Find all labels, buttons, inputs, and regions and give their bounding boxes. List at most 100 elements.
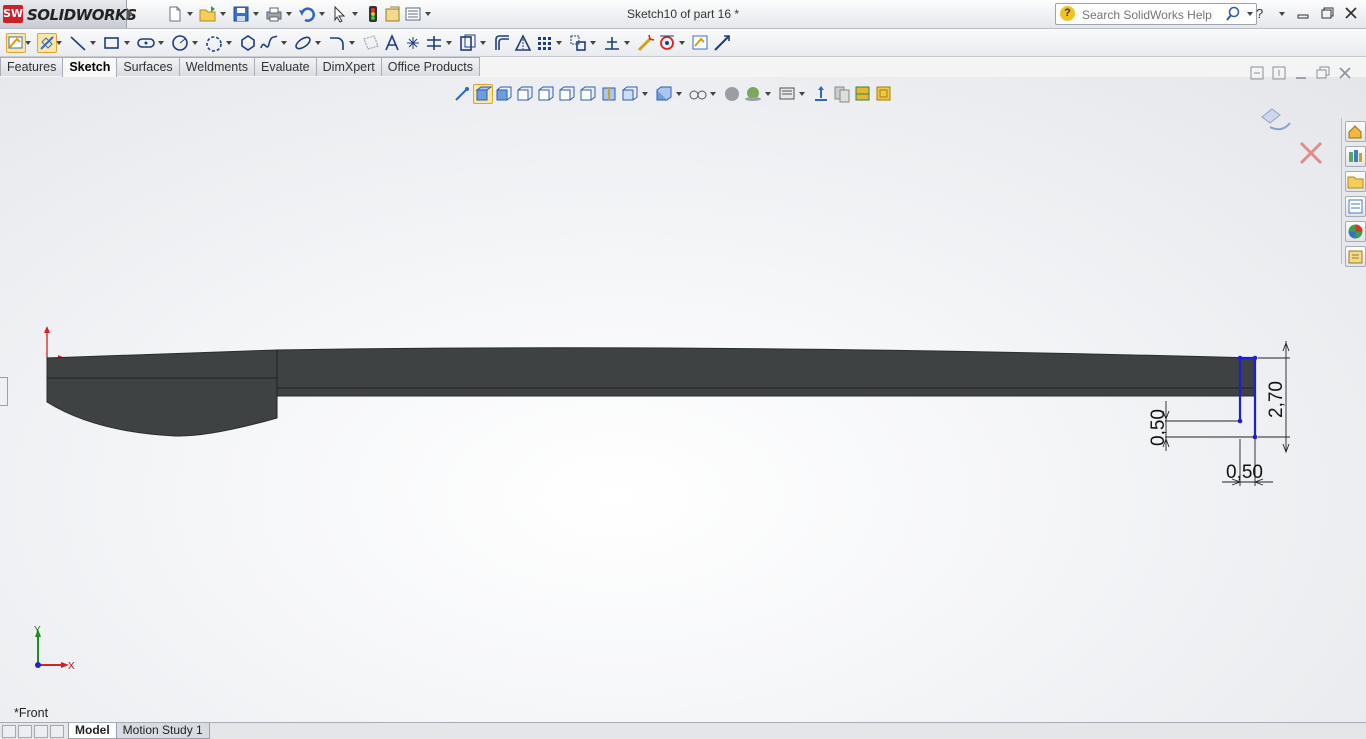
confirmation-corner[interactable] [1261, 108, 1323, 165]
doc-close-icon[interactable] [1338, 66, 1352, 83]
hide-show-dropdown-icon[interactable] [710, 92, 716, 96]
mirror-entities-icon[interactable] [513, 33, 533, 53]
new-dropdown-icon[interactable] [187, 12, 193, 16]
display-delete-relations-icon[interactable] [602, 33, 622, 53]
scroll-first-icon[interactable] [2, 725, 16, 738]
move-dropdown-icon[interactable] [590, 41, 596, 45]
relations-dropdown-icon[interactable] [624, 41, 630, 45]
open-dropdown-icon[interactable] [220, 12, 226, 16]
tab-evaluate[interactable]: Evaluate [253, 57, 317, 76]
tab-dimxpert[interactable]: DimXpert [315, 57, 382, 76]
open-icon[interactable] [199, 5, 217, 23]
tab-motion-study-1[interactable]: Motion Study 1 [115, 723, 210, 739]
feature-manager-expand-handle[interactable] [0, 377, 8, 406]
tile-horizontal-icon[interactable] [1250, 66, 1264, 83]
left-view-icon[interactable] [536, 84, 556, 104]
dim-bottom-width-label[interactable]: 0,50 [1226, 462, 1263, 483]
file-properties-icon[interactable] [384, 5, 402, 23]
zoom-to-fit-icon[interactable] [473, 84, 493, 104]
copy-icon[interactable] [832, 84, 852, 104]
top-view-icon[interactable] [578, 84, 598, 104]
undo-dropdown-icon[interactable] [319, 12, 325, 16]
undo-icon[interactable] [298, 5, 316, 23]
print-dropdown-icon[interactable] [286, 12, 292, 16]
select-dropdown-icon[interactable] [352, 12, 358, 16]
help-dropdown-icon[interactable] [1278, 6, 1286, 23]
circle-dropdown-icon[interactable] [192, 41, 198, 45]
graphics-area[interactable]: 2,70 0,50 0,50 Y X [0, 77, 1366, 722]
arc-icon[interactable] [204, 33, 224, 53]
cancel-sketch-icon[interactable] [1299, 141, 1323, 165]
view-settings-dropdown-icon[interactable] [799, 92, 805, 96]
line-dropdown-icon[interactable] [90, 41, 96, 45]
previous-view-icon[interactable] [452, 84, 472, 104]
scroll-last-icon[interactable] [50, 725, 64, 738]
spline-dropdown-icon[interactable] [281, 41, 287, 45]
back-view-icon[interactable] [515, 84, 535, 104]
display-grid-icon[interactable] [874, 84, 894, 104]
slot-icon[interactable] [136, 33, 156, 53]
view-orientation-icon[interactable] [620, 84, 640, 104]
pattern-dropdown-icon[interactable] [556, 41, 562, 45]
quick-snaps-icon[interactable] [657, 33, 677, 53]
trim-dropdown-icon[interactable] [446, 41, 452, 45]
tab-features[interactable]: Features [0, 57, 64, 76]
restore-icon[interactable] [1320, 6, 1334, 23]
fillet-dropdown-icon[interactable] [349, 41, 355, 45]
repair-sketch-icon[interactable] [636, 33, 656, 53]
options-icon[interactable] [404, 5, 422, 23]
view-settings-icon[interactable] [777, 84, 797, 104]
edit-appearance-icon[interactable] [722, 84, 742, 104]
front-view-icon[interactable] [494, 84, 514, 104]
minimize-icon[interactable] [1296, 6, 1310, 23]
file-explorer-icon[interactable] [1345, 171, 1366, 192]
line-icon[interactable] [68, 33, 88, 53]
convert-entities-icon[interactable] [458, 33, 478, 53]
sketch-icon[interactable] [6, 33, 26, 53]
tab-model[interactable]: Model [68, 723, 117, 739]
save-dropdown-icon[interactable] [253, 12, 259, 16]
circle-icon[interactable] [170, 33, 190, 53]
scene-dropdown-icon[interactable] [765, 92, 771, 96]
help-icon[interactable]: ? [1254, 6, 1268, 23]
snaps-dropdown-icon[interactable] [679, 41, 685, 45]
print-icon[interactable] [265, 5, 283, 23]
spline-icon[interactable] [259, 33, 279, 53]
ellipse-icon[interactable] [293, 33, 313, 53]
appearances-icon[interactable] [1345, 221, 1366, 242]
search-input[interactable] [1080, 6, 1224, 23]
display-style-dropdown-icon[interactable] [676, 92, 682, 96]
tab-weldments[interactable]: Weldments [178, 57, 255, 76]
view-palette-icon[interactable] [1345, 196, 1366, 217]
scroll-prev-icon[interactable] [18, 725, 32, 738]
normal-to-icon[interactable] [811, 84, 831, 104]
tab-sketch[interactable]: Sketch [62, 57, 118, 78]
rebuild-icon[interactable] [364, 5, 382, 23]
search-box[interactable]: ? [1055, 3, 1257, 25]
tile-vertical-icon[interactable] [1272, 66, 1286, 83]
search-dropdown-icon[interactable] [1247, 12, 1253, 16]
tab-office-products[interactable]: Office Products [380, 57, 480, 76]
view-orientation-dropdown-icon[interactable] [642, 92, 648, 96]
close-icon[interactable] [1344, 6, 1358, 23]
hide-show-items-icon[interactable] [688, 84, 708, 104]
text-icon[interactable] [382, 33, 402, 53]
slot-dropdown-icon[interactable] [158, 41, 164, 45]
section-view-icon[interactable] [599, 84, 619, 104]
exit-sketch-icon[interactable] [1261, 108, 1291, 131]
rectangle-dropdown-icon[interactable] [124, 41, 130, 45]
offset-entities-icon[interactable] [492, 33, 512, 53]
convert-dropdown-icon[interactable] [480, 41, 486, 45]
trim-icon[interactable] [424, 33, 444, 53]
plane-icon[interactable] [361, 33, 381, 53]
display-style-icon[interactable] [654, 84, 674, 104]
fillet-icon[interactable] [327, 33, 347, 53]
custom-properties-icon[interactable] [1345, 246, 1366, 267]
sketch-canvas[interactable]: 2,70 0,50 0,50 Y X [0, 77, 1366, 722]
polygon-icon[interactable] [238, 33, 258, 53]
rectangle-icon[interactable] [102, 33, 122, 53]
point-icon[interactable] [403, 33, 423, 53]
search-icon[interactable] [1225, 6, 1241, 25]
arc-dropdown-icon[interactable] [226, 41, 232, 45]
scroll-next-icon[interactable] [34, 725, 48, 738]
